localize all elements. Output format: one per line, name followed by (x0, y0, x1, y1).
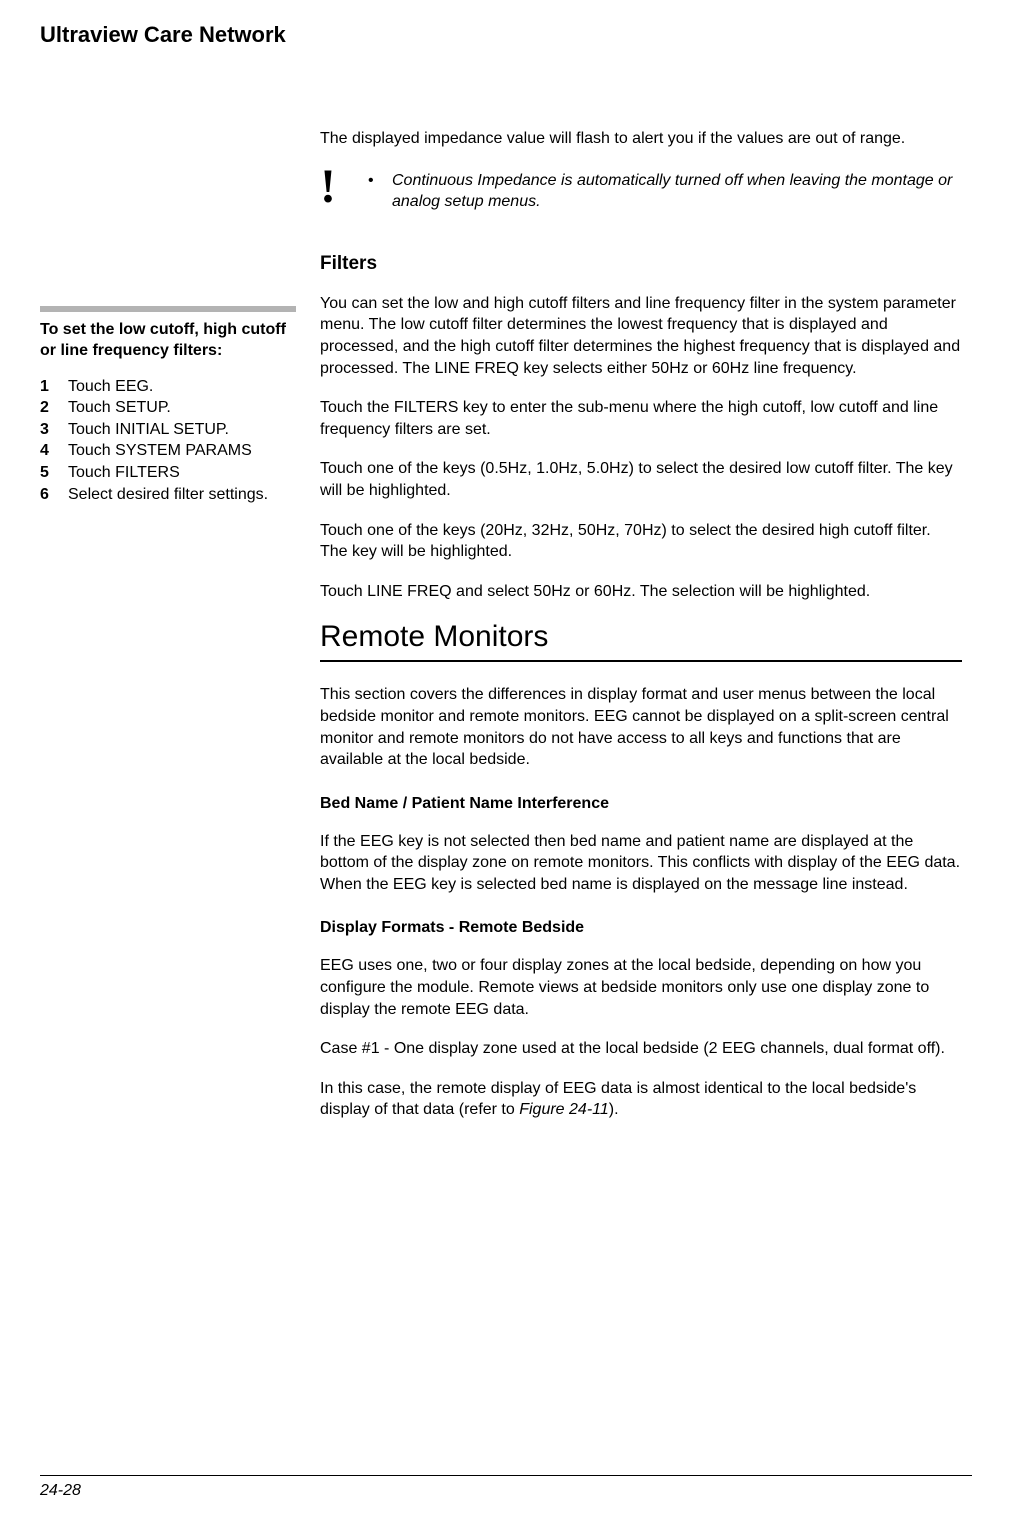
step-text: Touch INITIAL SETUP. (68, 419, 229, 441)
display-formats-p1: EEG uses one, two or four display zones … (320, 955, 962, 1020)
sidebar-title: To set the low cutoff, high cutoff or li… (40, 320, 296, 362)
exclamation-icon: ! (320, 168, 368, 206)
page-number: 24-28 (40, 1482, 81, 1500)
step-text: Touch SETUP. (68, 397, 171, 419)
display-formats-heading: Display Formats - Remote Bedside (320, 919, 962, 937)
sidebar-divider (40, 306, 296, 312)
p3-post: ). (609, 1101, 619, 1118)
section-rule (320, 660, 962, 662)
bed-name-body: If the EEG key is not selected then bed … (320, 831, 962, 896)
sidebar-steps: 1Touch EEG. 2Touch SETUP. 3Touch INITIAL… (40, 376, 296, 506)
important-note: ! Continuous Impedance is automatically … (320, 168, 962, 213)
step-text: Touch SYSTEM PARAMS (68, 440, 252, 462)
list-item: 6Select desired filter settings. (40, 484, 296, 506)
display-formats-p2: Case #1 - One display zone used at the l… (320, 1038, 962, 1060)
step-text: Touch EEG. (68, 376, 153, 398)
figure-reference: Figure 24-11 (519, 1101, 609, 1118)
page-title: Ultraview Care Network (40, 22, 972, 48)
filters-p1: You can set the low and high cutoff filt… (320, 293, 962, 379)
filters-heading: Filters (320, 253, 962, 275)
display-formats-p3: In this case, the remote display of EEG … (320, 1078, 962, 1121)
filters-p2: Touch the FILTERS key to enter the sub-m… (320, 397, 962, 440)
list-item: 3Touch INITIAL SETUP. (40, 419, 296, 441)
filters-p5: Touch LINE FREQ and select 50Hz or 60Hz.… (320, 581, 962, 603)
list-item: 2Touch SETUP. (40, 397, 296, 419)
step-text: Touch FILTERS (68, 462, 180, 484)
step-text: Select desired filter settings. (68, 484, 268, 506)
list-item: 4Touch SYSTEM PARAMS (40, 440, 296, 462)
note-item: Continuous Impedance is automatically tu… (368, 170, 962, 213)
filters-p4: Touch one of the keys (20Hz, 32Hz, 50Hz,… (320, 520, 962, 563)
bed-name-heading: Bed Name / Patient Name Interference (320, 795, 962, 813)
sidebar: To set the low cutoff, high cutoff or li… (40, 128, 320, 1139)
footer-rule (40, 1475, 972, 1476)
remote-intro: This section covers the differences in d… (320, 684, 962, 770)
intro-paragraph: The displayed impedance value will flash… (320, 128, 962, 150)
main-content: The displayed impedance value will flash… (320, 128, 972, 1139)
remote-monitors-heading: Remote Monitors (320, 620, 962, 654)
list-item: 5Touch FILTERS (40, 462, 296, 484)
filters-p3: Touch one of the keys (0.5Hz, 1.0Hz, 5.0… (320, 458, 962, 501)
list-item: 1Touch EEG. (40, 376, 296, 398)
